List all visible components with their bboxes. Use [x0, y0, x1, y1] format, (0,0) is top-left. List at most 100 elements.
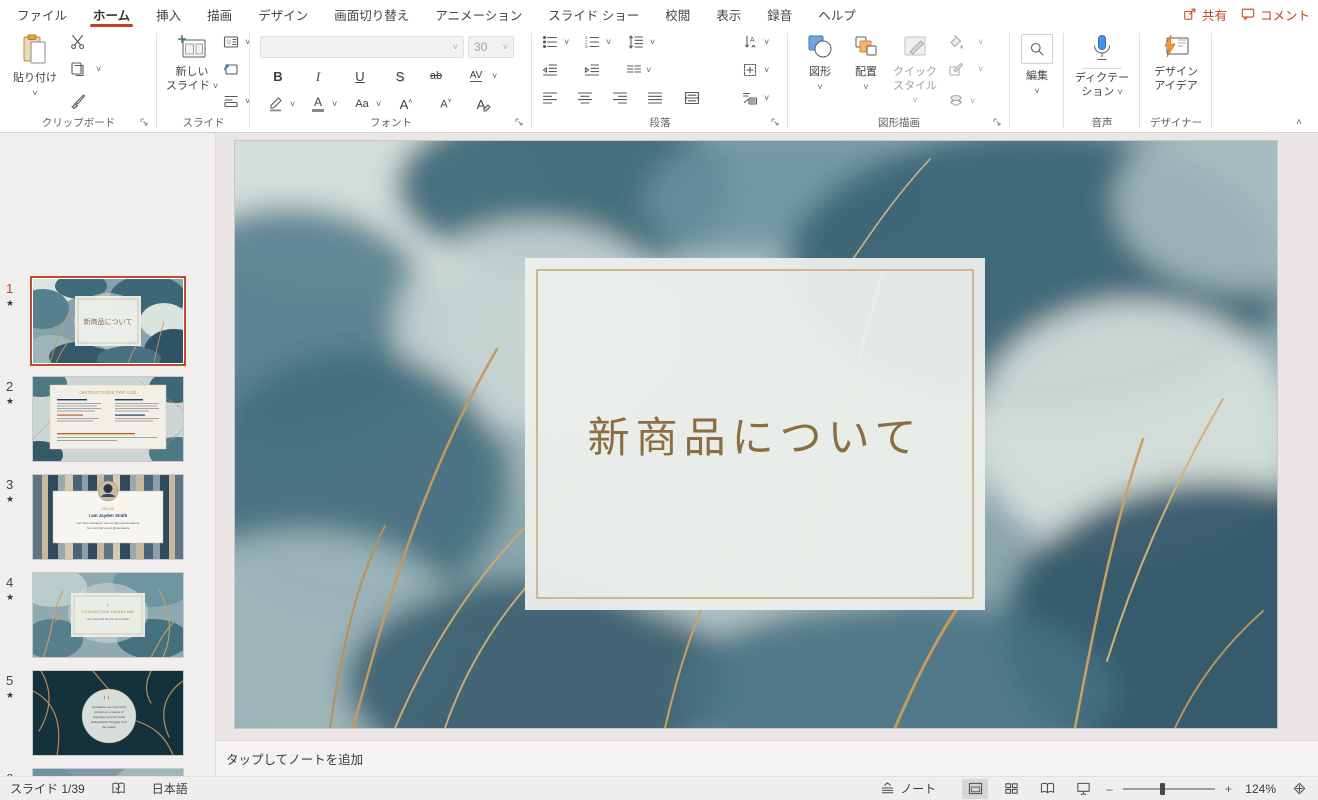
columns-button[interactable]	[622, 58, 646, 82]
zoom-slider[interactable]	[1123, 788, 1215, 790]
slide-thumbnail[interactable]: THIS IS A SLIDE TITLE Here you have a li…	[33, 769, 183, 776]
slide-thumbnail[interactable]: INSTRUCTIONS FOR USE	[33, 377, 183, 461]
share-button[interactable]: 共有	[1183, 5, 1227, 24]
zoom-level[interactable]: 124%	[1242, 782, 1276, 796]
tab-draw[interactable]: 描画	[194, 0, 245, 28]
slideshow-view-button[interactable]	[1070, 779, 1096, 799]
collapse-ribbon-button[interactable]: ˄	[1296, 117, 1302, 128]
tab-home[interactable]: ホーム	[80, 0, 143, 28]
normal-view-button[interactable]	[962, 779, 988, 799]
notes-toggle-button[interactable]: ノート	[880, 780, 936, 797]
dialog-launcher-icon[interactable]	[992, 117, 1002, 127]
strikethrough-button[interactable]: ab	[424, 64, 448, 88]
font-name-combo[interactable]: ˅	[260, 36, 464, 58]
shape-fill-button[interactable]	[944, 30, 968, 54]
zoom-slider-thumb[interactable]	[1160, 783, 1165, 795]
shapes-button[interactable]: 図形 ˅	[798, 34, 842, 92]
cut-button[interactable]	[66, 30, 90, 54]
spell-check-button[interactable]	[111, 781, 126, 796]
reading-view-button[interactable]	[1034, 779, 1060, 799]
character-spacing-button[interactable]: AV	[464, 64, 488, 88]
slide-canvas[interactable]: 新商品について	[235, 141, 1277, 728]
tab-slideshow[interactable]: スライド ショー	[535, 0, 652, 28]
shrink-font-button[interactable]: A˅	[434, 92, 458, 116]
chevron-down-icon[interactable]: ˅	[764, 66, 769, 75]
tab-animations[interactable]: アニメーション	[422, 0, 535, 28]
chevron-down-icon[interactable]: ˅	[978, 38, 983, 47]
reset-slide-button[interactable]	[219, 57, 243, 81]
chevron-down-icon[interactable]: ˅	[606, 38, 611, 47]
bold-button[interactable]: B	[266, 64, 290, 88]
copy-button[interactable]	[66, 57, 90, 81]
clear-formatting-button[interactable]: A	[472, 92, 496, 116]
chevron-down-icon[interactable]: ˅	[646, 66, 651, 75]
chevron-down-icon[interactable]: ˅	[96, 65, 101, 74]
chevron-down-icon[interactable]: ˅	[650, 38, 655, 47]
chevron-down-icon[interactable]: ˅	[376, 100, 381, 109]
design-ideas-button[interactable]: デザイン アイデア	[1146, 34, 1206, 94]
font-size-combo[interactable]: 30 ˅	[468, 36, 514, 58]
dialog-launcher-icon[interactable]	[770, 117, 780, 127]
bullets-button[interactable]	[538, 30, 562, 54]
slide-thumbnail[interactable]: Quotations are commonly printed as a mea…	[33, 671, 183, 755]
section-button[interactable]	[219, 89, 243, 113]
notes-pane[interactable]: タップしてノートを追加	[216, 740, 1318, 776]
underline-button[interactable]: U	[348, 64, 372, 88]
shape-outline-button[interactable]	[944, 57, 968, 81]
tab-file[interactable]: ファイル	[4, 0, 80, 28]
grow-font-button[interactable]: A˄	[394, 92, 418, 116]
chevron-down-icon[interactable]: ˅	[290, 100, 295, 109]
text-shadow-button[interactable]: S	[388, 64, 412, 88]
tab-review[interactable]: 校閲	[652, 0, 703, 28]
font-color-button[interactable]: A	[306, 92, 330, 116]
tab-insert[interactable]: 挿入	[143, 0, 194, 28]
dialog-launcher-icon[interactable]	[139, 117, 149, 127]
fit-to-window-button[interactable]	[1286, 779, 1312, 799]
align-left-button[interactable]	[538, 86, 562, 110]
comments-button[interactable]: コメント	[1241, 5, 1310, 24]
chevron-down-icon[interactable]: ˅	[978, 65, 983, 74]
slide-thumbnail[interactable]: 新商品について	[33, 279, 183, 363]
chevron-down-icon[interactable]: ˅	[970, 97, 975, 106]
tab-transitions[interactable]: 画面切り替え	[321, 0, 422, 28]
shape-effects-button[interactable]	[944, 89, 968, 113]
chevron-down-icon[interactable]: ˅	[492, 72, 497, 81]
new-slide-button[interactable]: 新しい スライド ˅	[165, 34, 219, 94]
language-button[interactable]: 日本語	[152, 780, 188, 797]
decrease-indent-button[interactable]	[538, 58, 562, 82]
tab-design[interactable]: デザイン	[245, 0, 321, 28]
slide-sorter-view-button[interactable]	[998, 779, 1024, 799]
slide-title-textbox[interactable]: 新商品について	[525, 258, 985, 610]
italic-button[interactable]: I	[306, 64, 330, 88]
slide-thumbnail[interactable]: HELLO! I am Jayden Smith I am here becau…	[33, 475, 183, 559]
increase-indent-button[interactable]	[580, 58, 604, 82]
zoom-out-button[interactable]: –	[1106, 782, 1113, 796]
highlight-pen-button[interactable]	[264, 92, 288, 116]
tab-help[interactable]: ヘルプ	[805, 0, 869, 28]
align-text-button[interactable]	[738, 58, 762, 82]
align-right-button[interactable]	[608, 86, 632, 110]
chevron-down-icon[interactable]: ˅	[564, 38, 569, 47]
tab-view[interactable]: 表示	[703, 0, 754, 28]
justify-button[interactable]	[643, 86, 667, 110]
chevron-down-icon[interactable]: ˅	[764, 94, 769, 103]
zoom-in-button[interactable]: +	[1225, 782, 1232, 796]
quick-styles-button[interactable]: クイック スタイル ˅	[890, 34, 940, 107]
convert-to-smartart-button[interactable]	[738, 86, 762, 110]
change-case-button[interactable]: Aa	[350, 92, 374, 116]
tab-record[interactable]: 録音	[754, 0, 805, 28]
chevron-down-icon[interactable]: ˅	[332, 100, 337, 109]
editing-button[interactable]: 編集 ˅	[1016, 34, 1058, 96]
paste-button[interactable]: 貼り付け ˅	[12, 34, 58, 98]
line-spacing-button[interactable]	[624, 30, 648, 54]
align-center-button[interactable]	[573, 86, 597, 110]
chevron-down-icon[interactable]: ˅	[764, 38, 769, 47]
slide-thumbnail[interactable]: 1. TRANSITION HEADLINE Let's start with …	[33, 573, 183, 657]
slide-layout-button[interactable]	[219, 30, 243, 54]
arrange-button[interactable]: 配置 ˅	[844, 34, 888, 92]
format-painter-button[interactable]	[66, 89, 90, 113]
add-remove-columns-button[interactable]	[680, 86, 704, 110]
dictation-button[interactable]: ディクテー ション ˅	[1072, 34, 1132, 100]
numbering-button[interactable]: 123	[580, 30, 604, 54]
text-direction-button[interactable]: A	[738, 30, 762, 54]
